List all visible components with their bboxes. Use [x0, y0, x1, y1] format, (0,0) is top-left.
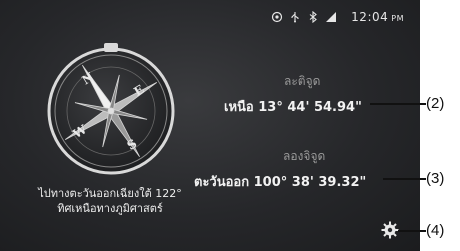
heading-line-2: ทิศเหนือทางภูมิศาสตร์: [57, 202, 163, 215]
location-icon: [271, 11, 283, 23]
clock-time: 12:04: [351, 10, 389, 24]
latitude-value: เหนือ 13° 44' 54.94": [224, 100, 362, 115]
longitude-label: ลองจิจูด: [283, 149, 326, 163]
signal-icon: [325, 11, 337, 23]
bluetooth-icon: [307, 11, 319, 23]
longitude-value: ตะวันออก 100° 38' 39.32": [194, 175, 367, 190]
compass-icon: N E S W: [40, 40, 182, 182]
status-bar: 12:04 PM: [271, 9, 404, 25]
callout-2: (2): [426, 95, 445, 112]
gear-icon[interactable]: [381, 221, 399, 239]
heading-line-1: ไปทางตะวันออกเฉียงใต้ 122°: [38, 187, 182, 200]
heading-text: ไปทางตะวันออกเฉียงใต้ 122° ทิศเหนือทางภู…: [20, 186, 200, 216]
clock-ampm: PM: [391, 14, 404, 23]
usb-icon: [289, 11, 301, 23]
latitude-label: ละติจูด: [284, 74, 321, 88]
clock: 12:04 PM: [351, 10, 404, 24]
callout-line-2: [370, 103, 426, 105]
callout-3: (3): [426, 170, 445, 187]
compass-screen: 12:04 PM N E S W ไปทางตะวันออกเฉียงใต้ 1…: [0, 0, 420, 251]
callout-4: (4): [426, 222, 445, 239]
callout-line-3: [383, 178, 426, 180]
callout-line-4: [398, 230, 426, 232]
